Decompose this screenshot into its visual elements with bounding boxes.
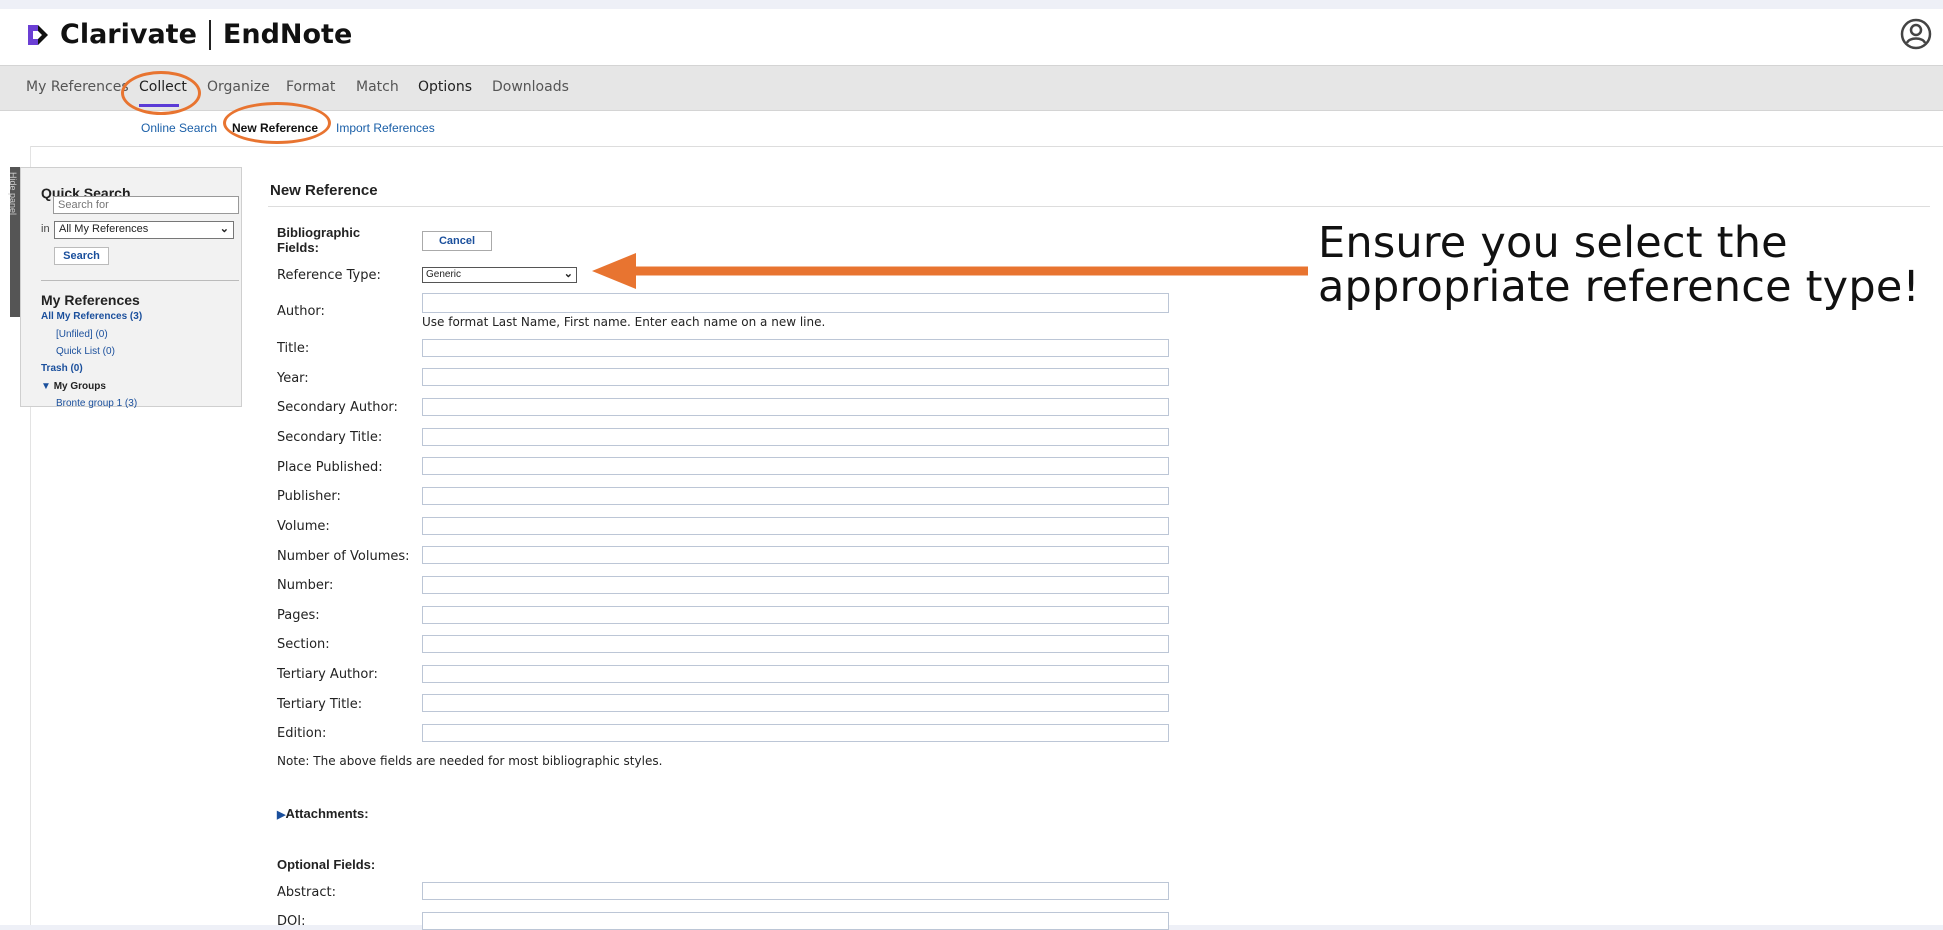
- bibliographic-fields-text: Bibliographic Fields:: [277, 225, 361, 255]
- sidebar-my-groups-label: My Groups: [53, 381, 106, 392]
- field-label-abstract: Abstract:: [277, 885, 336, 900]
- reference-type-value: Generic: [426, 269, 462, 280]
- attachments-label: Attachments:: [285, 806, 369, 821]
- field-label-number-of-volumes: Number of Volumes:: [277, 549, 410, 564]
- field-input-secondary-title[interactable]: [422, 428, 1169, 446]
- quick-search-panel: Quick Search in All My References ⌄ Sear…: [20, 167, 242, 409]
- field-input-publisher[interactable]: [422, 487, 1169, 505]
- field-input-volume[interactable]: [422, 517, 1169, 535]
- annotation-circle-collect: [121, 71, 201, 115]
- field-label-edition: Edition:: [277, 726, 327, 741]
- field-label-year: Year:: [277, 371, 309, 386]
- field-input-year[interactable]: [422, 368, 1169, 386]
- field-input-edition[interactable]: [422, 724, 1169, 742]
- sidebar-unfiled[interactable]: [Unfiled] (0): [56, 329, 108, 340]
- field-input-tertiary-author[interactable]: [422, 665, 1169, 683]
- field-label-secondary-title: Secondary Title:: [277, 430, 383, 445]
- nav-my-references[interactable]: My References: [26, 79, 129, 95]
- search-scope-label: in: [41, 223, 50, 235]
- quick-search-input[interactable]: [53, 196, 239, 214]
- field-input-title[interactable]: [422, 339, 1169, 357]
- annotation-line-1: Ensure you select the: [1318, 218, 1788, 268]
- field-label-tertiary-author: Tertiary Author:: [277, 667, 378, 682]
- title-divider: [268, 206, 1930, 207]
- field-label-doi: DOI:: [277, 914, 306, 929]
- field-label-place-published: Place Published:: [277, 460, 383, 475]
- quick-search-button[interactable]: Search: [54, 247, 109, 265]
- brand-endnote: EndNote: [222, 19, 353, 50]
- triangle-down-icon: ▼: [41, 381, 51, 392]
- user-circle-icon[interactable]: [1899, 17, 1933, 51]
- field-label-volume: Volume:: [277, 519, 330, 534]
- bibliographic-fields-label: Bibliographic Fields:: [277, 225, 377, 255]
- field-label-section: Section:: [277, 637, 330, 652]
- nav-match[interactable]: Match: [356, 79, 399, 95]
- search-scope-value: All My References: [59, 223, 149, 235]
- nav-format[interactable]: Format: [286, 79, 335, 95]
- fields-note: Note: The above fields are needed for mo…: [277, 754, 663, 768]
- attachments-toggle[interactable]: ▶Attachments:: [277, 806, 369, 821]
- nav-organize[interactable]: Organize: [207, 79, 270, 95]
- field-label-pages: Pages:: [277, 608, 320, 623]
- field-input-place-published[interactable]: [422, 457, 1169, 475]
- field-input-abstract[interactable]: [422, 882, 1169, 900]
- annotation-circle-new-reference: [223, 102, 331, 144]
- chevron-down-icon: ⌄: [219, 223, 229, 235]
- field-input-secondary-author[interactable]: [422, 398, 1169, 416]
- sidebar-trash[interactable]: Trash (0): [41, 363, 83, 374]
- subnav-import-references[interactable]: Import References: [336, 121, 435, 135]
- optional-fields-label: Optional Fields:: [277, 857, 376, 872]
- sidebar-all-my-references[interactable]: All My References (3): [41, 311, 142, 322]
- brand-clarivate: Clarivate: [60, 19, 197, 50]
- top-bar: Clarivate EndNote: [0, 9, 1943, 65]
- chevron-down-icon: ⌄: [563, 268, 573, 280]
- content-top-border: [30, 146, 1943, 147]
- field-label-publisher: Publisher:: [277, 489, 341, 504]
- cancel-button[interactable]: Cancel: [422, 231, 492, 251]
- hide-panel-tab[interactable]: Hide panel: [8, 167, 20, 317]
- hide-panel-label: Hide panel: [8, 172, 18, 216]
- subnav-online-search[interactable]: Online Search: [141, 121, 217, 135]
- field-input-author[interactable]: [422, 293, 1169, 313]
- field-input-doi[interactable]: [422, 912, 1169, 930]
- brand-divider: [208, 19, 211, 50]
- my-references-title: My References: [41, 292, 140, 308]
- field-label-title: Title:: [277, 341, 310, 356]
- clarivate-logo-icon: [28, 24, 48, 45]
- nav-options[interactable]: Options: [418, 79, 472, 95]
- sidebar-divider: [41, 280, 239, 281]
- brand-logo: Clarivate EndNote: [22, 19, 352, 50]
- search-scope-select[interactable]: All My References ⌄: [54, 221, 234, 239]
- field-label-secondary-author: Secondary Author:: [277, 400, 398, 415]
- sidebar-quick-list[interactable]: Quick List (0): [56, 346, 115, 357]
- page-title: New Reference: [270, 182, 378, 199]
- field-label-author: Author:: [277, 304, 325, 319]
- nav-downloads[interactable]: Downloads: [492, 79, 569, 95]
- sidebar-bronte-group[interactable]: Bronte group 1 (3): [56, 398, 137, 409]
- field-label-tertiary-title: Tertiary Title:: [277, 697, 363, 712]
- field-input-pages[interactable]: [422, 606, 1169, 624]
- app-frame: Clarivate EndNote My References Collect …: [0, 9, 1943, 930]
- reference-type-select[interactable]: Generic ⌄: [422, 267, 577, 283]
- field-input-tertiary-title[interactable]: [422, 694, 1169, 712]
- reference-type-label: Reference Type:: [277, 268, 381, 283]
- annotation-arrow-icon: [592, 253, 1308, 289]
- author-hint: Use format Last Name, First name. Enter …: [422, 315, 826, 329]
- field-input-number-of-volumes[interactable]: [422, 546, 1169, 564]
- field-input-number[interactable]: [422, 576, 1169, 594]
- sidebar-my-groups[interactable]: ▼ My Groups: [41, 381, 106, 392]
- field-label-number: Number:: [277, 578, 334, 593]
- field-input-section[interactable]: [422, 635, 1169, 653]
- annotation-callout: Ensure you select the appropriate refere…: [1318, 221, 1920, 309]
- annotation-line-2: appropriate reference type!: [1318, 262, 1920, 312]
